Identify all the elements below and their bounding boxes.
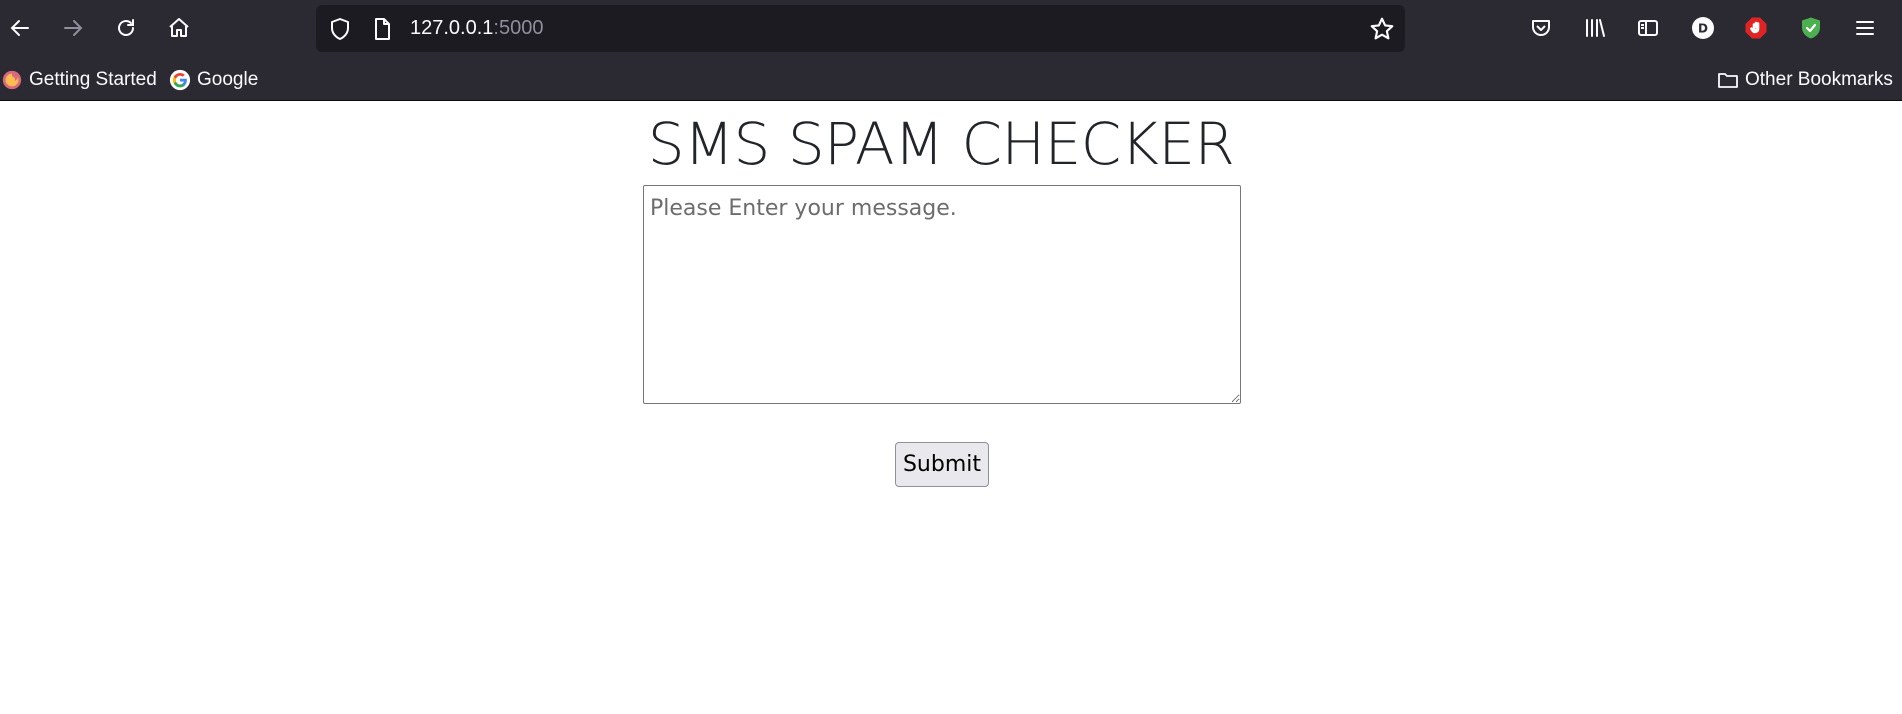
bookmark-google[interactable]: Google [168,64,258,96]
browser-toolbar: 127.0.0.1:5000 D [0,0,1902,58]
page-info-icon[interactable] [369,16,395,42]
url-bar[interactable]: 127.0.0.1:5000 [316,5,1405,52]
browser-chrome: 127.0.0.1:5000 D Getting Started Google … [0,0,1902,101]
other-bookmarks-label: Other Bookmarks [1745,69,1893,90]
message-input[interactable] [643,185,1241,404]
firefox-icon [0,68,24,92]
sidebar-icon [1638,20,1658,36]
library-icon [1586,19,1605,37]
url-host: 127.0.0.1 [410,17,494,39]
tracking-protection-icon[interactable] [327,16,353,42]
other-bookmarks[interactable]: Other Bookmarks [1716,64,1893,96]
url-port: :5000 [493,17,544,39]
adblock-icon [1745,17,1767,39]
home-button[interactable] [161,10,197,46]
submit-button[interactable]: Submit [895,442,989,487]
bookmark-label: Getting Started [29,69,157,90]
adblock-extension-button[interactable] [1738,10,1774,46]
account-icon: D [1692,17,1714,39]
page-title: SMS SPAM CHECKER [647,110,1235,178]
reload-button[interactable] [108,10,144,46]
shield-extension-button[interactable] [1793,10,1829,46]
bookmark-star-icon[interactable] [1369,16,1395,42]
menu-button[interactable] [1847,10,1883,46]
page-content: SMS SPAM CHECKER Submit [0,101,1902,714]
account-button[interactable]: D [1685,10,1721,46]
sidebar-button[interactable] [1630,10,1666,46]
menu-icon [1856,21,1874,35]
back-icon [10,20,29,36]
shield-extension-icon [1802,17,1820,39]
account-initial: D [1698,22,1708,36]
back-button[interactable] [2,10,38,46]
reload-icon [118,19,134,36]
home-icon [169,18,189,37]
pocket-icon [1532,20,1550,36]
forward-button[interactable] [55,10,91,46]
library-button[interactable] [1577,10,1613,46]
bookmark-getting-started[interactable]: Getting Started [0,64,157,96]
bookmarks-toolbar: Getting Started Google Other Bookmarks [0,60,1902,100]
folder-icon [1716,68,1740,92]
url-text[interactable]: 127.0.0.1:5000 [410,5,543,52]
bookmark-label: Google [197,69,259,90]
forward-icon [64,20,83,36]
google-icon [168,68,192,92]
pocket-button[interactable] [1523,10,1559,46]
